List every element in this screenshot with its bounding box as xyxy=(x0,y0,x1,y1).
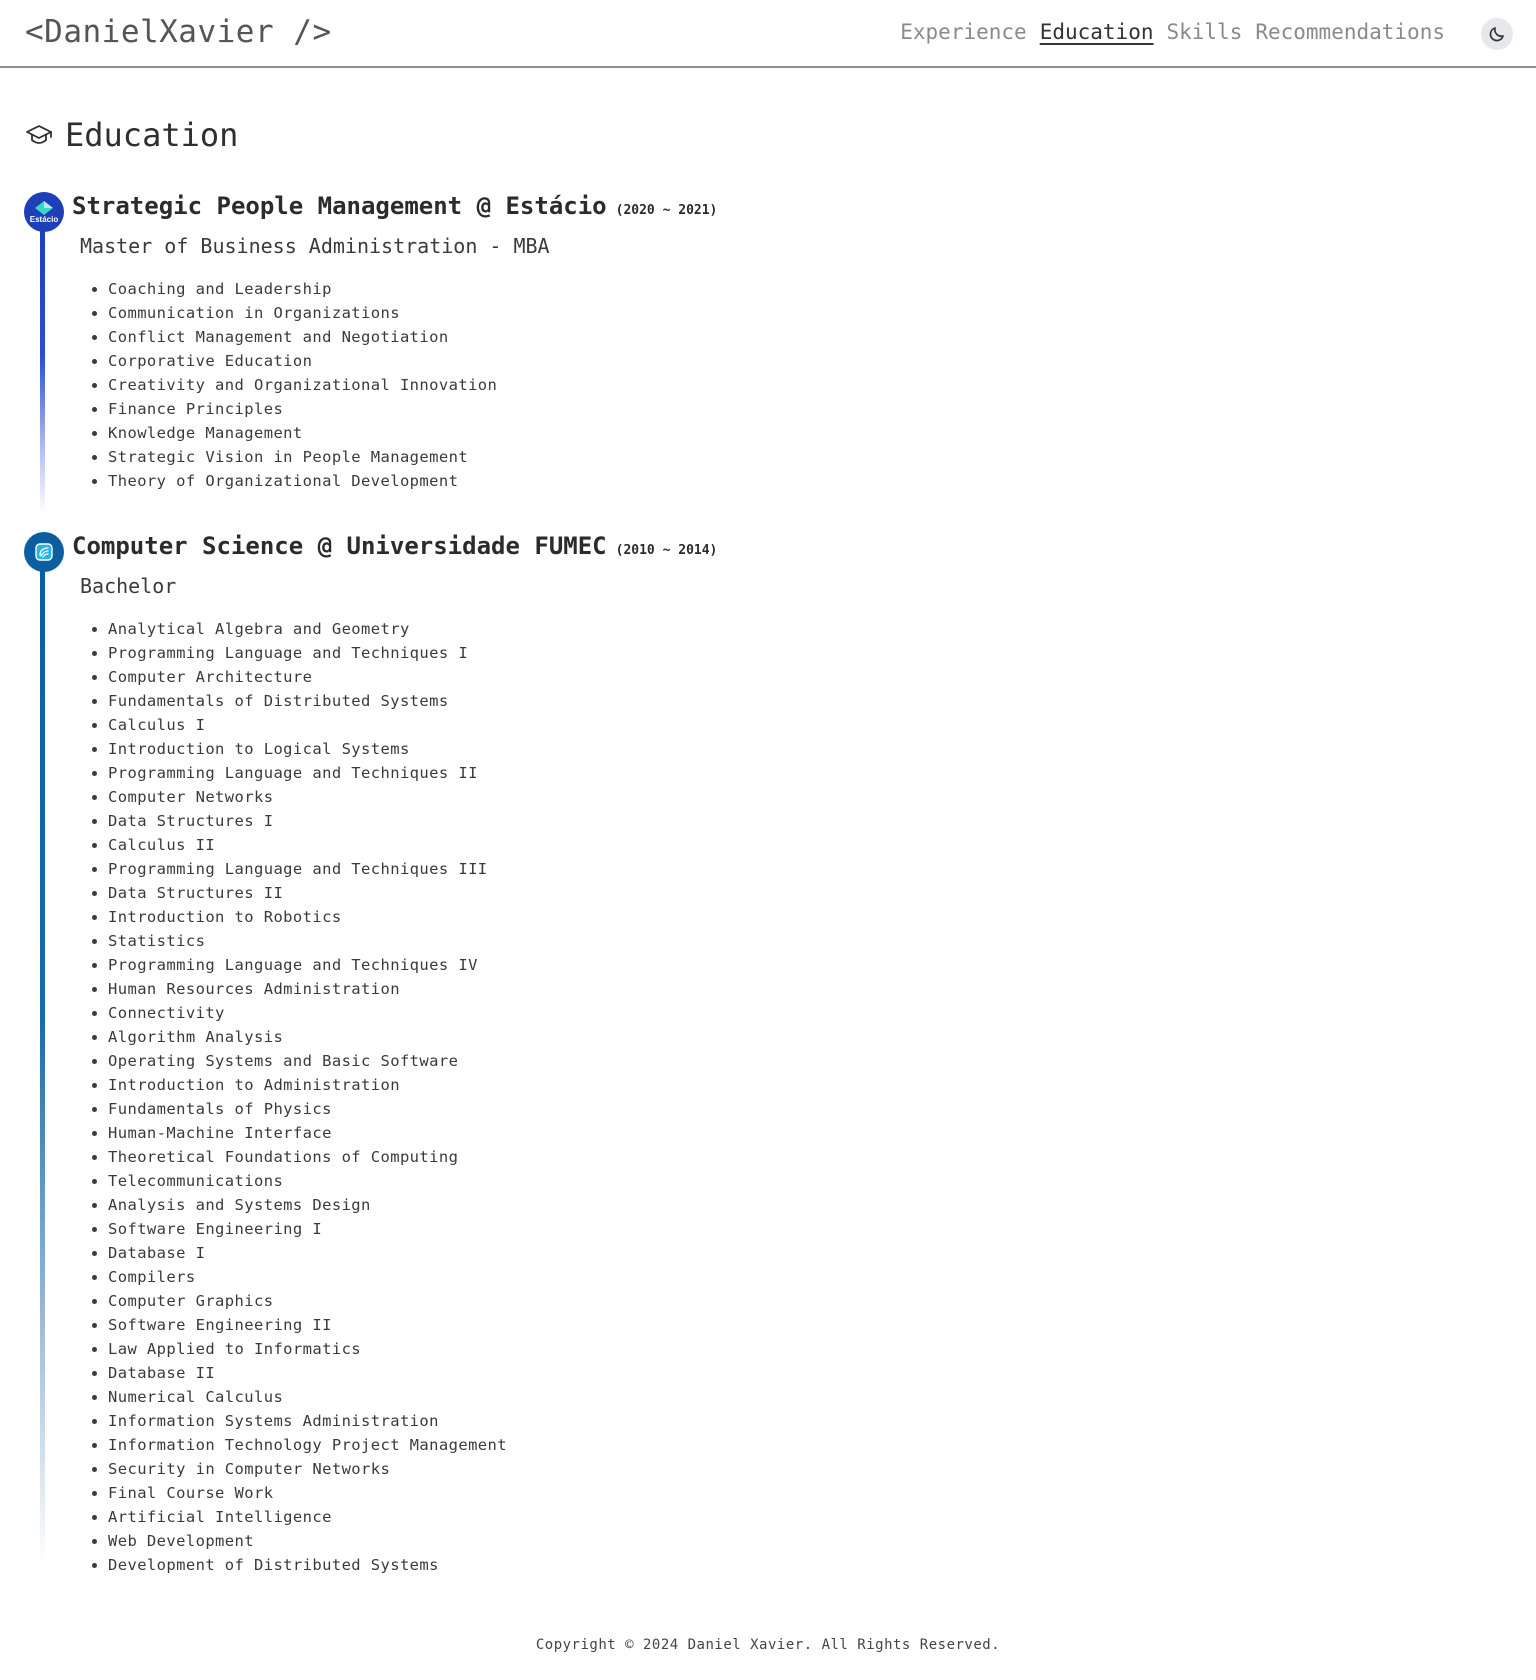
main-nav: Experience Education Skills Recommendati… xyxy=(900,20,1445,44)
list-item: Statistics xyxy=(108,929,507,953)
list-item: Analytical Algebra and Geometry xyxy=(108,617,507,641)
list-item: Web Development xyxy=(108,1529,507,1553)
list-item: Software Engineering II xyxy=(108,1313,507,1337)
list-item: Database II xyxy=(108,1361,507,1385)
site-logo[interactable]: <DanielXavier /> xyxy=(25,14,332,50)
fumec-shield-icon xyxy=(35,543,53,561)
list-item: Human-Machine Interface xyxy=(108,1121,507,1145)
section-title: Education xyxy=(65,116,239,154)
copyright-text: Copyright © 2024 Daniel Xavier. All Righ… xyxy=(535,1637,1001,1653)
list-item: Introduction to Logical Systems xyxy=(108,737,507,761)
list-item: Computer Architecture xyxy=(108,665,507,689)
timeline-line xyxy=(40,228,45,513)
course-list: Coaching and Leadership Communication in… xyxy=(84,277,497,493)
list-item: Human Resources Administration xyxy=(108,977,507,1001)
list-item: Theory of Organizational Development xyxy=(108,469,497,493)
list-item: Knowledge Management xyxy=(108,421,497,445)
moon-icon xyxy=(1489,27,1504,42)
list-item: Programming Language and Techniques I xyxy=(108,641,507,665)
list-item: Calculus II xyxy=(108,833,507,857)
entry-title: Strategic People Management @ Estácio xyxy=(72,192,607,220)
section-heading: Education xyxy=(25,116,238,154)
nav-recommendations[interactable]: Recommendations xyxy=(1255,20,1445,44)
list-item: Creativity and Organizational Innovation xyxy=(108,373,497,397)
entry-degree: Master of Business Administration - MBA xyxy=(80,234,550,258)
list-item: Analysis and Systems Design xyxy=(108,1193,507,1217)
list-item: Compilers xyxy=(108,1265,507,1289)
nav-education[interactable]: Education xyxy=(1040,20,1154,44)
list-item: Fundamentals of Distributed Systems xyxy=(108,689,507,713)
site-header: <DanielXavier /> Experience Education Sk… xyxy=(0,0,1536,68)
list-item: Operating Systems and Basic Software xyxy=(108,1049,507,1073)
entry-header: Strategic People Management @ Estácio (2… xyxy=(72,192,717,220)
list-item: Fundamentals of Physics xyxy=(108,1097,507,1121)
list-item: Development of Distributed Systems xyxy=(108,1553,507,1577)
estacio-logo-text: Estácio xyxy=(29,214,59,224)
entry-years: (2020 ~ 2021) xyxy=(615,203,718,218)
list-item: Calculus I xyxy=(108,713,507,737)
entry-header: Computer Science @ Universidade FUMEC (2… xyxy=(72,532,717,560)
estacio-diamond-icon xyxy=(35,200,53,215)
timeline-line xyxy=(40,568,45,1568)
list-item: Data Structures II xyxy=(108,881,507,905)
list-item: Communication in Organizations xyxy=(108,301,497,325)
entry-years: (2010 ~ 2014) xyxy=(615,543,718,558)
list-item: Introduction to Robotics xyxy=(108,905,507,929)
list-item: Security in Computer Networks xyxy=(108,1457,507,1481)
list-item: Introduction to Administration xyxy=(108,1073,507,1097)
course-list: Analytical Algebra and Geometry Programm… xyxy=(84,617,507,1577)
list-item: Corporative Education xyxy=(108,349,497,373)
nav-skills[interactable]: Skills xyxy=(1166,20,1242,44)
list-item: Information Technology Project Managemen… xyxy=(108,1433,507,1457)
nav-experience[interactable]: Experience xyxy=(900,20,1026,44)
list-item: Computer Graphics xyxy=(108,1289,507,1313)
list-item: Finance Principles xyxy=(108,397,497,421)
list-item: Law Applied to Informatics xyxy=(108,1337,507,1361)
list-item: Computer Networks xyxy=(108,785,507,809)
list-item: Algorithm Analysis xyxy=(108,1025,507,1049)
list-item: Database I xyxy=(108,1241,507,1265)
list-item: Programming Language and Techniques IV xyxy=(108,953,507,977)
list-item: Artificial Intelligence xyxy=(108,1505,507,1529)
estacio-logo: Estácio xyxy=(24,192,64,232)
education-entry-estacio: Estácio Strategic People Management @ Es… xyxy=(24,192,724,522)
list-item: Programming Language and Techniques III xyxy=(108,857,507,881)
list-item: Programming Language and Techniques II xyxy=(108,761,507,785)
list-item: Theoretical Foundations of Computing xyxy=(108,1145,507,1169)
entry-degree: Bachelor xyxy=(80,574,177,598)
list-item: Final Course Work xyxy=(108,1481,507,1505)
list-item: Connectivity xyxy=(108,1001,507,1025)
list-item: Information Systems Administration xyxy=(108,1409,507,1433)
list-item: Software Engineering I xyxy=(108,1217,507,1241)
education-entry-fumec: Computer Science @ Universidade FUMEC (2… xyxy=(24,532,724,1582)
list-item: Data Structures I xyxy=(108,809,507,833)
list-item: Coaching and Leadership xyxy=(108,277,497,301)
site-footer: Copyright © 2024 Daniel Xavier. All Righ… xyxy=(0,1637,1536,1653)
list-item: Numerical Calculus xyxy=(108,1385,507,1409)
entry-title: Computer Science @ Universidade FUMEC xyxy=(72,532,607,560)
graduation-cap-icon xyxy=(26,125,52,144)
fumec-logo xyxy=(24,532,64,572)
theme-toggle-button[interactable] xyxy=(1481,18,1513,50)
list-item: Strategic Vision in People Management xyxy=(108,445,497,469)
list-item: Telecommunications xyxy=(108,1169,507,1193)
list-item: Conflict Management and Negotiation xyxy=(108,325,497,349)
